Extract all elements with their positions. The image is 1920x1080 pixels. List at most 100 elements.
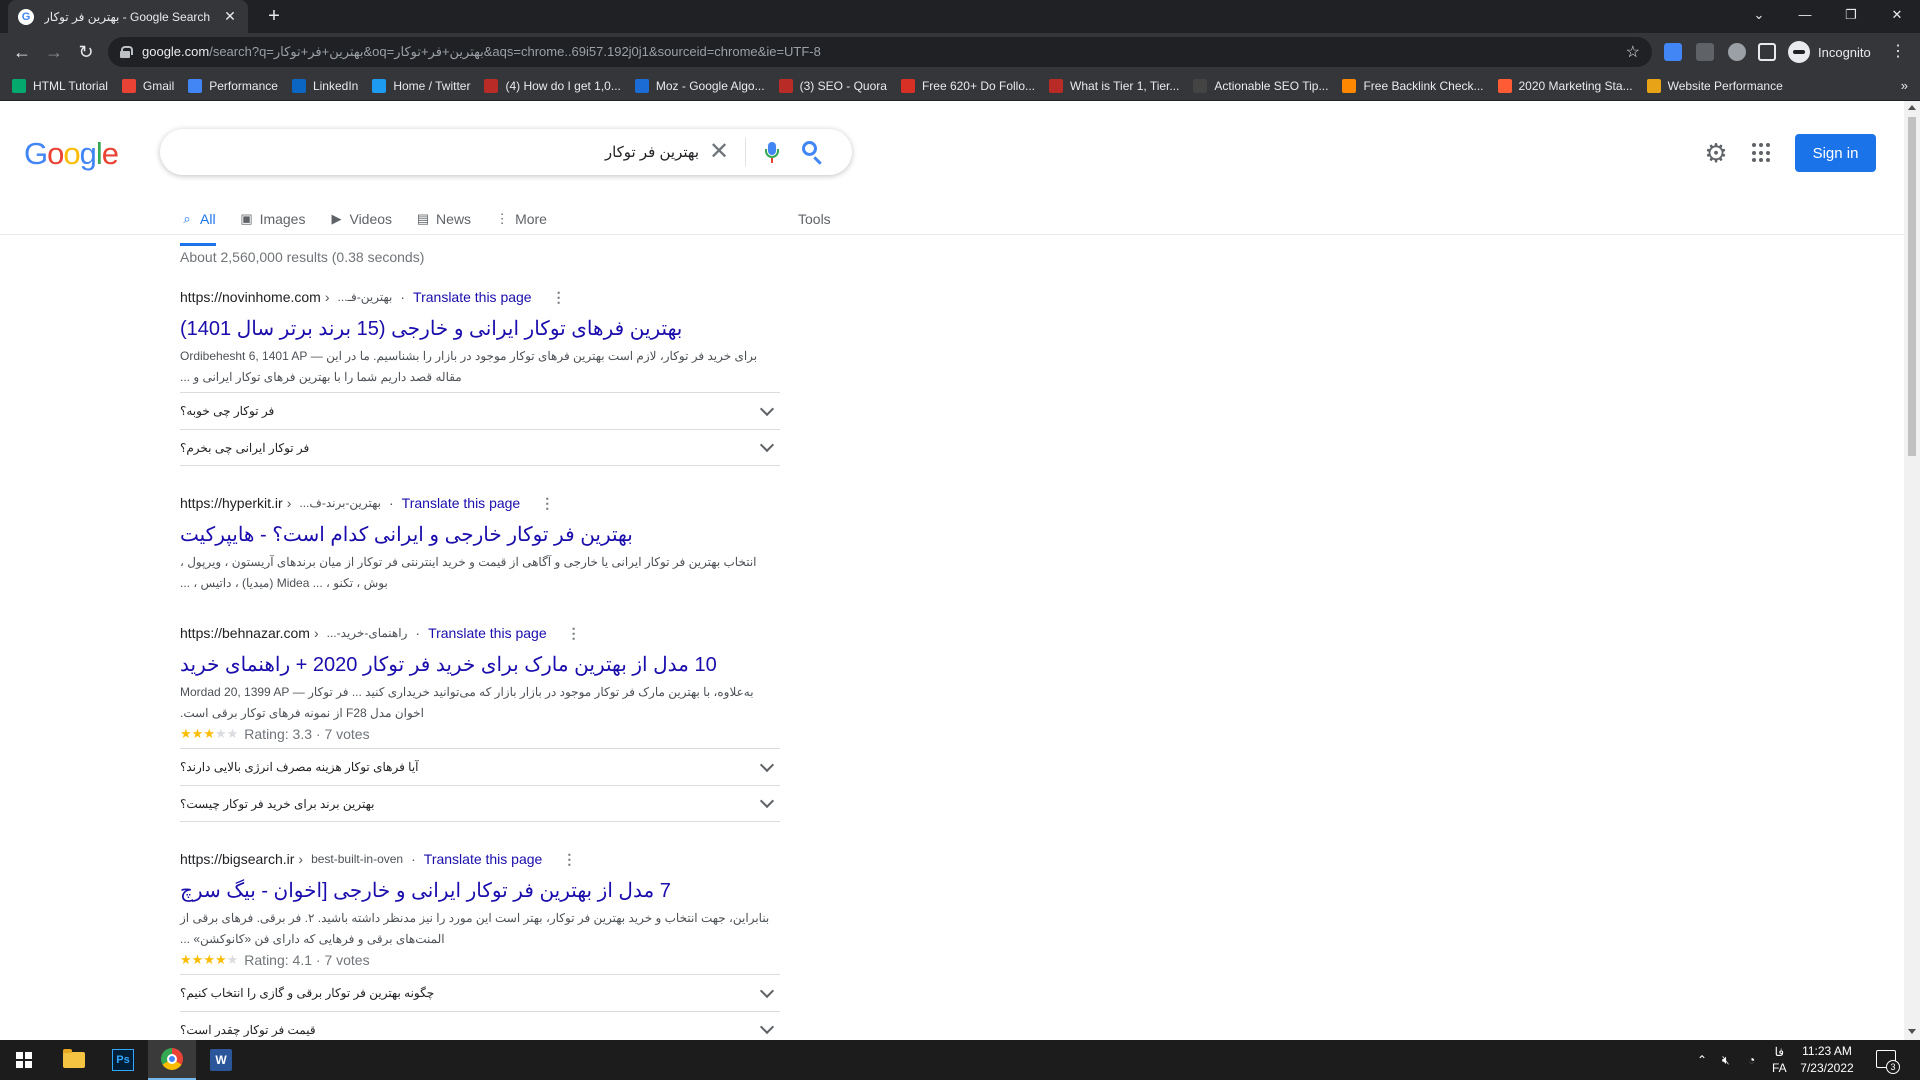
- tab-more[interactable]: ⋮ More: [495, 205, 547, 233]
- scroll-up-arrow-icon[interactable]: [1908, 105, 1916, 110]
- bookmark-item[interactable]: Free Backlink Check...: [1342, 78, 1484, 93]
- scroll-down-arrow-icon[interactable]: [1908, 1029, 1916, 1034]
- show-hidden-icons-icon[interactable]: ⌃: [1697, 1040, 1707, 1080]
- related-question[interactable]: قیمت فر توکار چقدر است؟: [180, 1011, 780, 1040]
- bookmark-item[interactable]: Actionable SEO Tip...: [1193, 78, 1329, 93]
- chrome-taskbar-button[interactable]: [148, 1040, 196, 1080]
- page-scrollbar[interactable]: [1904, 101, 1920, 1040]
- side-panel-icon[interactable]: [1758, 43, 1776, 61]
- result-cite[interactable]: https://behnazar.com › راهنمای-خرید-... · Tr…: [180, 623, 780, 643]
- result-snippet: به‌علاوه، با بهترین مارک فر توکار موجود …: [180, 685, 754, 720]
- settings-gear-icon[interactable]: ⚙: [1704, 140, 1728, 166]
- bookmark-label: Actionable SEO Tip...: [1214, 78, 1329, 93]
- breadcrumb-separator: ›: [324, 289, 330, 305]
- bookmark-item[interactable]: Home / Twitter: [372, 78, 470, 93]
- bookmark-item[interactable]: What is Tier 1, Tier...: [1049, 78, 1179, 93]
- breadcrumb-separator: ›: [286, 495, 292, 511]
- translate-page-link[interactable]: Translate this page: [413, 289, 532, 305]
- result-options-icon[interactable]: ⋮: [552, 289, 566, 306]
- bookmark-item[interactable]: Website Performance: [1646, 78, 1783, 93]
- hubspot-icon: [1497, 78, 1512, 93]
- scrollbar-thumb[interactable]: [1908, 117, 1916, 456]
- close-tab-icon[interactable]: ✕: [222, 8, 238, 25]
- wifi-icon[interactable]: ◔: [1748, 1040, 1755, 1080]
- bookmark-item[interactable]: 2020 Marketing Sta...: [1497, 78, 1633, 93]
- result-title-link[interactable]: بهترین فرهای توکار ایرانی و خارجی (15 بر…: [180, 316, 780, 342]
- new-tab-button[interactable]: +: [262, 4, 286, 28]
- address-bar[interactable]: google.com/search?q=بهترین+فر+توکار&oq=ب…: [108, 37, 1652, 67]
- result-cite[interactable]: https://novinhome.com › بهترین-فـ... · Trans…: [180, 287, 780, 307]
- incognito-profile-button[interactable]: Incognito: [1788, 39, 1871, 65]
- browser-menu-icon[interactable]: ⋮: [1890, 41, 1906, 61]
- bookmarks-overflow-icon[interactable]: »: [1901, 78, 1908, 93]
- tab-news[interactable]: ▤ News: [416, 205, 471, 233]
- minimize-button[interactable]: —: [1782, 0, 1828, 30]
- forward-button[interactable]: →: [40, 38, 68, 66]
- url-text[interactable]: google.com/search?q=بهترین+فر+توکار&oq=ب…: [142, 44, 1626, 60]
- result-options-icon[interactable]: ⋮: [567, 625, 581, 642]
- bookmark-item[interactable]: LinkedIn: [291, 78, 358, 93]
- back-button[interactable]: ←: [8, 38, 36, 66]
- close-window-button[interactable]: ✕: [1874, 0, 1920, 30]
- bookmark-item[interactable]: (3) SEO - Quora: [778, 78, 887, 93]
- photoshop-button[interactable]: Ps: [99, 1040, 147, 1080]
- word-button[interactable]: W: [197, 1040, 245, 1080]
- language-native: فا: [1774, 1045, 1785, 1059]
- related-question[interactable]: چگونه بهترین فر توکار برقی و گازی را انت…: [180, 974, 780, 1011]
- extension-icon[interactable]: [1696, 43, 1714, 61]
- bookmark-item[interactable]: Moz - Google Algo...: [634, 78, 765, 93]
- tab-images[interactable]: ▣ Images: [240, 205, 305, 233]
- bookmark-label: (3) SEO - Quora: [799, 78, 887, 93]
- tab-all[interactable]: ⌕ All: [180, 205, 216, 246]
- reload-button[interactable]: ↻: [72, 38, 100, 66]
- result-title-link[interactable]: 10 مدل از بهترین مارک برای خرید فر توکار…: [180, 652, 780, 678]
- language-indicator[interactable]: فا FA: [1772, 1040, 1787, 1080]
- search-box[interactable]: بهترین فر توکار ✕: [160, 129, 852, 175]
- related-question[interactable]: بهترین برند برای خرید فر توکار چیست؟: [180, 785, 780, 822]
- result-cite[interactable]: https://hyperkit.ir › بهترین-برند-ف... · Tra…: [180, 493, 780, 513]
- bookmark-item[interactable]: HTML Tutorial: [12, 78, 108, 93]
- microphone-icon[interactable]: [752, 129, 792, 175]
- tab-videos[interactable]: ▶ Videos: [329, 205, 392, 233]
- bookmark-item[interactable]: Gmail: [121, 78, 174, 93]
- search-icon[interactable]: [792, 129, 832, 175]
- google-apps-icon[interactable]: [1752, 143, 1772, 163]
- puzzle-extensions-icon[interactable]: [1728, 43, 1746, 61]
- google-logo[interactable]: Google: [24, 136, 119, 172]
- lock-icon[interactable]: [120, 46, 133, 58]
- result-options-icon[interactable]: ⋮: [540, 495, 554, 512]
- result-title-link[interactable]: 7 مدل از بهترین فر توکار ایرانی و خارجی …: [180, 878, 780, 904]
- related-question[interactable]: فر توکار ایرانی چی بخرم؟: [180, 429, 780, 466]
- browser-tab[interactable]: G بهترین فر توکار - Google Search ✕: [8, 0, 248, 33]
- translate-page-link[interactable]: Translate this page: [428, 625, 547, 641]
- bookmark-star-icon[interactable]: ☆: [1626, 42, 1640, 62]
- sign-in-button[interactable]: Sign in: [1795, 134, 1876, 172]
- restore-button[interactable]: ❐: [1828, 0, 1874, 30]
- start-button[interactable]: [0, 1040, 48, 1080]
- result-options-icon[interactable]: ⋮: [562, 851, 576, 868]
- bookmark-item[interactable]: Performance: [188, 78, 278, 93]
- related-questions: فر توکار چی خوبه؟ فر توکار ایرانی چی بخرم…: [180, 392, 780, 466]
- tab-title: بهترین فر توکار - Google Search: [44, 9, 211, 24]
- w3schools-icon: [12, 78, 26, 93]
- result-title-link[interactable]: بهترین فر توکار خارجی و ایرانی کدام است؟…: [180, 522, 780, 548]
- linkedin-icon: [291, 78, 306, 93]
- search-input[interactable]: بهترین فر توکار: [180, 143, 699, 161]
- translate-page-link[interactable]: Translate this page: [424, 851, 543, 867]
- related-question[interactable]: آیا فرهای توکار هزینه مصرف انرژی بالایی …: [180, 748, 780, 785]
- file-explorer-button[interactable]: [50, 1040, 98, 1080]
- result-path: راهنمای-خرید-...: [326, 626, 408, 640]
- clear-search-icon[interactable]: ✕: [699, 129, 739, 175]
- bookmark-label: Free 620+ Do Follo...: [921, 78, 1036, 93]
- bookmark-item[interactable]: Free 620+ Do Follo...: [900, 78, 1036, 93]
- related-question[interactable]: فر توکار چی خوبه؟: [180, 392, 780, 429]
- tools-button[interactable]: Tools: [798, 205, 831, 233]
- result-host: https://behnazar.com: [180, 625, 310, 641]
- system-clock[interactable]: 11:23 AM 7/23/2022: [1790, 1043, 1864, 1077]
- bookmark-item[interactable]: (4) How do I get 1,0...: [484, 78, 621, 93]
- result-cite[interactable]: https://bigsearch.ir › best-built-in-oven ·…: [180, 849, 780, 869]
- volume-muted-icon[interactable]: 🔇︎: [1722, 1040, 1730, 1080]
- translate-page-link[interactable]: Translate this page: [402, 495, 521, 511]
- translate-extension-icon[interactable]: [1664, 43, 1682, 61]
- tab-search-icon[interactable]: ⌄: [1736, 0, 1782, 30]
